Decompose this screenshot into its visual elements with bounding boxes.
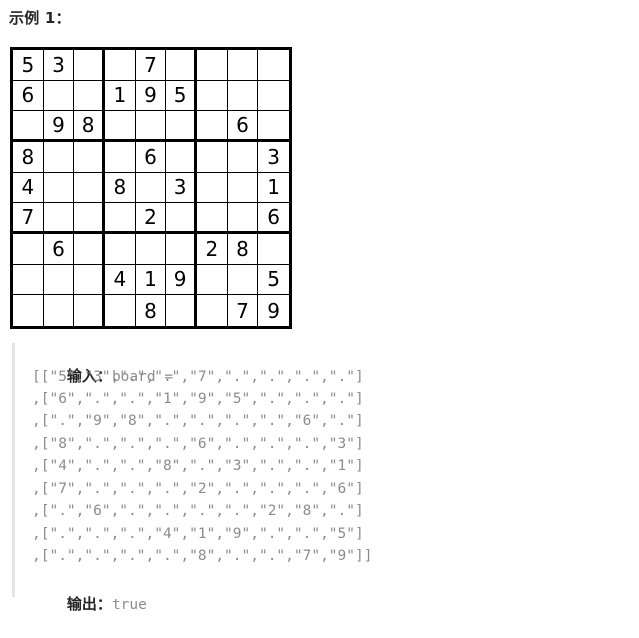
sudoku-cell [74, 233, 105, 265]
sudoku-cell [196, 172, 228, 204]
sudoku-board: 537619598686348317266284195879 [10, 47, 292, 329]
sudoku-cell [13, 264, 44, 296]
sudoku-cell: 6 [227, 111, 259, 142]
sudoku-cell [104, 233, 136, 265]
sudoku-cell: 5 [258, 265, 289, 296]
sudoku-cell [74, 264, 105, 296]
output-label: 输出： [66, 595, 112, 613]
sudoku-cell [196, 80, 228, 112]
board-line-5: ,["4",".",".","8",".","3",".",".","1"] [32, 458, 364, 474]
sudoku-cell [43, 80, 75, 112]
board-line-4: ,["8",".",".",".","6",".",".",".","3"] [32, 436, 364, 452]
example-heading: 示例 1： [9, 9, 71, 27]
sudoku-cell: 8 [227, 233, 259, 265]
board-line-9: ,[".",".",".",".","8",".",".","7","9"]] [32, 548, 373, 564]
sudoku-cell: 8 [74, 111, 105, 142]
sudoku-cell [74, 141, 105, 173]
board-line-3: ,[".","9","8",".",".",".",".","6","."] [32, 413, 364, 429]
sudoku-cell: 5 [166, 80, 197, 112]
sudoku-cell [74, 172, 105, 204]
sudoku-cell [13, 295, 44, 326]
sudoku-cell: 2 [196, 233, 228, 265]
sudoku-cell [166, 111, 197, 142]
sudoku-cell: 7 [135, 50, 167, 81]
sudoku-cell: 8 [13, 141, 44, 173]
sudoku-cell: 1 [135, 264, 167, 296]
sudoku-cell [166, 203, 197, 234]
sudoku-cell: 1 [258, 173, 289, 204]
sudoku-cell [227, 141, 259, 173]
sudoku-cell [196, 264, 228, 296]
sudoku-cell [196, 50, 228, 81]
sudoku-cell [43, 203, 75, 234]
sudoku-cell [104, 141, 136, 173]
sudoku-cell [227, 50, 259, 81]
sudoku-cell [258, 50, 289, 81]
sudoku-cell: 9 [267, 298, 281, 323]
sudoku-cell [227, 80, 259, 112]
sudoku-cell [166, 141, 197, 173]
sudoku-cell: 6 [135, 141, 167, 173]
sudoku-cell [258, 234, 289, 265]
sudoku-cell: 2 [135, 203, 167, 234]
sudoku-cell [13, 111, 44, 142]
sudoku-cell [197, 295, 228, 326]
board-line-6: ,["7",".",".",".","2",".",".",".","6"] [32, 481, 364, 497]
board-line-1: [["5","3",".",".","7",".",".",".","."] [32, 369, 364, 385]
sudoku-cell [227, 264, 259, 296]
sudoku-cell [74, 50, 105, 81]
board-line-8: ,[".",".",".","4","1","9",".",".","5"] [32, 526, 364, 542]
sudoku-cell [135, 172, 167, 204]
sudoku-cell [104, 111, 136, 142]
sudoku-cell: 9 [166, 264, 197, 296]
sudoku-cell [258, 81, 289, 112]
sudoku-cell [258, 111, 289, 142]
sudoku-cell [135, 111, 167, 142]
board-line-2: ,["6",".",".","1","9","5",".",".","."] [32, 391, 364, 407]
sudoku-cell [196, 203, 228, 234]
sudoku-cell: 9 [43, 111, 75, 142]
sudoku-cell [74, 80, 105, 112]
sudoku-cell [43, 264, 75, 296]
sudoku-cell: 1 [104, 80, 136, 112]
sudoku-cell [227, 172, 259, 204]
sudoku-cell [104, 203, 136, 234]
sudoku-cell [135, 233, 167, 265]
sudoku-cell: 9 [135, 80, 167, 112]
sudoku-cell [105, 295, 136, 326]
sudoku-cell [74, 295, 105, 326]
sudoku-cell: 3 [166, 172, 197, 204]
sudoku-cell [196, 111, 228, 142]
sudoku-cell: 3 [258, 142, 289, 173]
sudoku-cell [44, 295, 75, 326]
output-line: 输出：true [32, 571, 147, 638]
sudoku-cell [166, 295, 197, 326]
sudoku-cell: 6 [258, 203, 289, 234]
example-code-block: 输入：board = [["5","3",".",".","7",".","."… [12, 343, 412, 613]
sudoku-cell: 7 [13, 203, 44, 234]
sudoku-cell: 6 [13, 80, 44, 112]
sudoku-cell [13, 233, 44, 265]
output-value: true [111, 597, 147, 613]
sudoku-cell: 5 [13, 50, 44, 81]
sudoku-cell [227, 203, 259, 234]
sudoku-cell: 4 [104, 264, 136, 296]
sudoku-cell [166, 233, 197, 265]
sudoku-cell: 7 [228, 295, 259, 326]
sudoku-grid: 537619598686348317266284195879 [13, 50, 289, 326]
sudoku-cell: 6 [43, 233, 75, 265]
sudoku-cell: 4 [13, 172, 44, 204]
sudoku-cell: 3 [43, 50, 75, 81]
sudoku-cell [104, 50, 136, 81]
sudoku-cell [43, 172, 75, 204]
board-line-7: ,[".","6",".",".",".",".","2","8","."] [32, 503, 364, 519]
sudoku-cell: 8 [104, 172, 136, 204]
sudoku-cell [43, 141, 75, 173]
sudoku-cell [196, 141, 228, 173]
sudoku-cell: 8 [136, 295, 167, 326]
sudoku-cell [74, 203, 105, 234]
sudoku-cell [166, 50, 197, 81]
